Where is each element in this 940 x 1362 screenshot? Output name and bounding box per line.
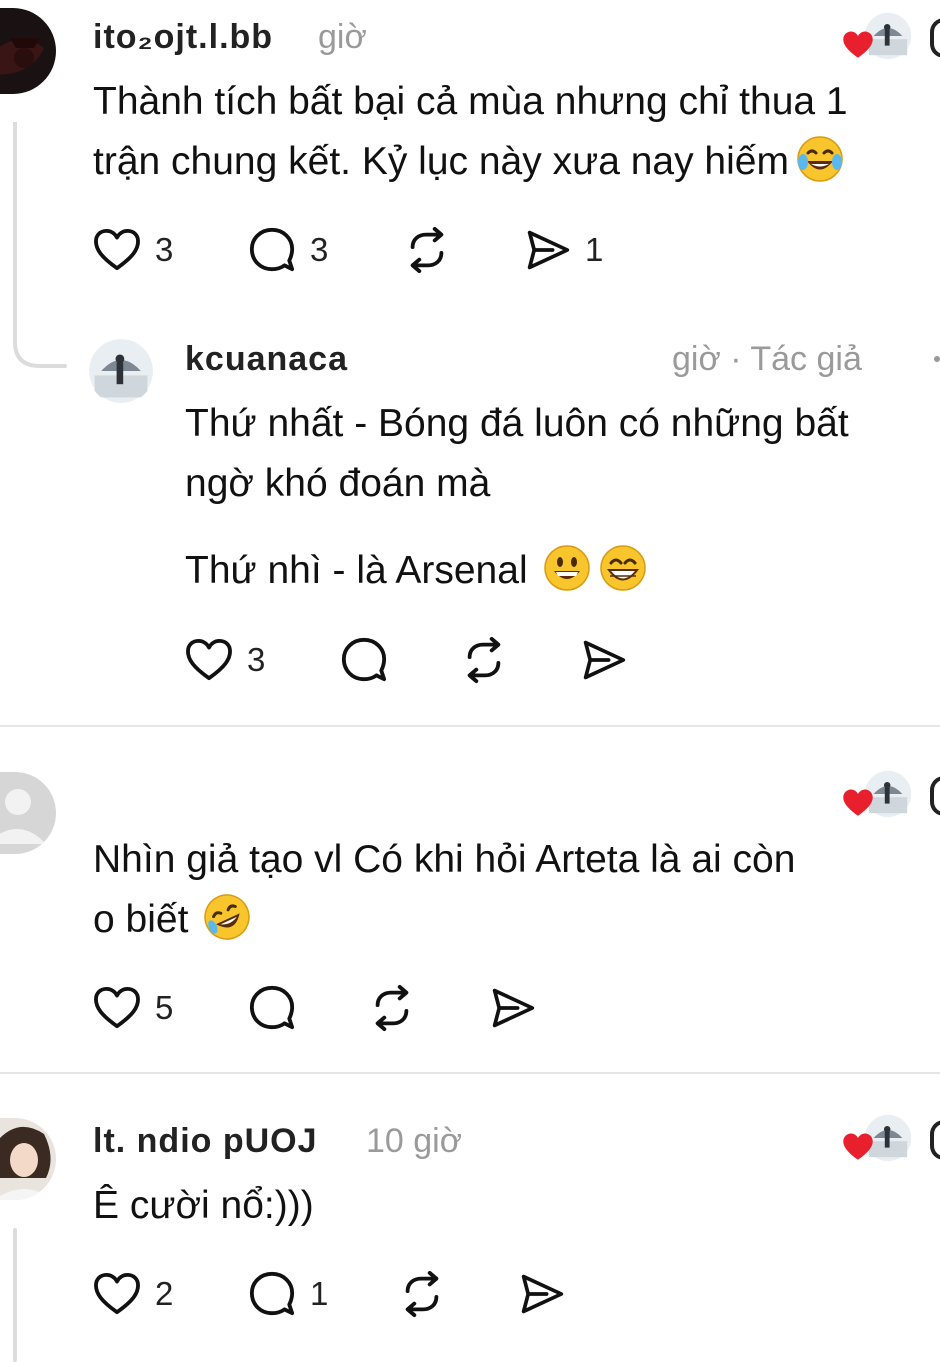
comment-actions: 3 (185, 630, 685, 690)
comment-actions: 3 3 1 (93, 220, 693, 280)
comment-actions: 2 1 (93, 1264, 593, 1324)
send-icon (581, 637, 627, 683)
reply-button[interactable]: 3 (248, 220, 328, 280)
thread-line (13, 1228, 17, 1362)
send-icon (490, 985, 536, 1031)
default-avatar-icon[interactable] (0, 772, 56, 854)
heart-icon (93, 1272, 141, 1316)
more-options-icon[interactable] (930, 1120, 940, 1160)
comment-text-line: Nhìn giả tạo vl Có khi hỏi Arteta là ai … (93, 838, 796, 881)
send-icon (519, 1271, 565, 1317)
like-count: 2 (155, 1275, 174, 1312)
avatar[interactable] (0, 1118, 56, 1200)
reply-button[interactable]: 1 (248, 1264, 328, 1324)
send-icon (525, 227, 571, 273)
repost-button[interactable] (460, 630, 508, 690)
reply-button[interactable] (248, 978, 296, 1038)
timestamp: giờ · Tác giả (672, 340, 862, 378)
creator-liked-badge (842, 770, 912, 820)
heart-icon (185, 638, 233, 682)
repost-icon (403, 226, 451, 274)
username[interactable]: lt. ndio pUOJ (93, 1122, 318, 1161)
grinning-emoji (598, 543, 648, 593)
username[interactable]: kcuanaca (185, 340, 348, 379)
like-count: 3 (247, 641, 266, 678)
like-button[interactable]: 5 (93, 978, 173, 1038)
reply-count: 3 (310, 231, 329, 268)
heart-icon (93, 228, 141, 272)
avatar[interactable] (88, 338, 154, 404)
creator-liked-badge (842, 1114, 912, 1164)
share-button[interactable] (519, 1264, 565, 1324)
avatar[interactable] (0, 8, 56, 94)
tears-of-joy-emoji (795, 134, 845, 184)
share-button[interactable] (581, 630, 627, 690)
divider (0, 1072, 940, 1074)
reply-bubble-icon (340, 636, 388, 684)
heart-icon (93, 986, 141, 1030)
reply-button[interactable] (340, 630, 388, 690)
username[interactable]: ito₂ojt.l.bb (93, 18, 273, 57)
timestamp: giờ (318, 18, 367, 56)
like-count: 3 (155, 231, 174, 268)
reply-bubble-icon (248, 1270, 296, 1318)
share-count: 1 (585, 231, 604, 268)
repost-icon (460, 636, 508, 684)
more-options-icon[interactable] (930, 776, 940, 816)
repost-icon (398, 1270, 446, 1318)
timestamp: 10 giờ (366, 1122, 463, 1160)
like-count: 5 (155, 989, 174, 1026)
like-button[interactable]: 3 (93, 220, 173, 280)
rofl-emoji (202, 892, 252, 942)
comment-text-line: trận chung kết. Kỷ lục này xưa nay hiếm (93, 132, 845, 192)
reply-bubble-icon (248, 984, 296, 1032)
comment-text-line: o biết (93, 890, 252, 950)
share-button[interactable] (490, 978, 536, 1038)
more-options-icon[interactable] (934, 356, 940, 362)
comment-text-line: Thành tích bất bại cả mùa nhưng chỉ thua… (93, 80, 848, 123)
repost-button[interactable] (403, 220, 451, 280)
divider (0, 725, 940, 727)
comment-actions: 5 (93, 978, 593, 1038)
like-button[interactable]: 3 (185, 630, 265, 690)
comment-text-line: Thứ nhất - Bóng đá luôn có những bất (185, 402, 849, 445)
like-button[interactable]: 2 (93, 1264, 173, 1324)
reply-bubble-icon (248, 226, 296, 274)
repost-icon (368, 984, 416, 1032)
creator-liked-badge (842, 12, 912, 62)
comment-text-line: Thứ nhì - là Arsenal (185, 541, 648, 601)
share-button[interactable]: 1 (525, 220, 603, 280)
smile-emoji (542, 543, 592, 593)
comment-text-line: Ê cười nổ:))) (93, 1184, 314, 1227)
thread-connector (13, 122, 67, 368)
repost-button[interactable] (398, 1264, 446, 1324)
more-options-icon[interactable] (930, 18, 940, 58)
comment-text-line: ngờ khó đoán mà (185, 462, 491, 505)
reply-count: 1 (310, 1275, 329, 1312)
repost-button[interactable] (368, 978, 416, 1038)
